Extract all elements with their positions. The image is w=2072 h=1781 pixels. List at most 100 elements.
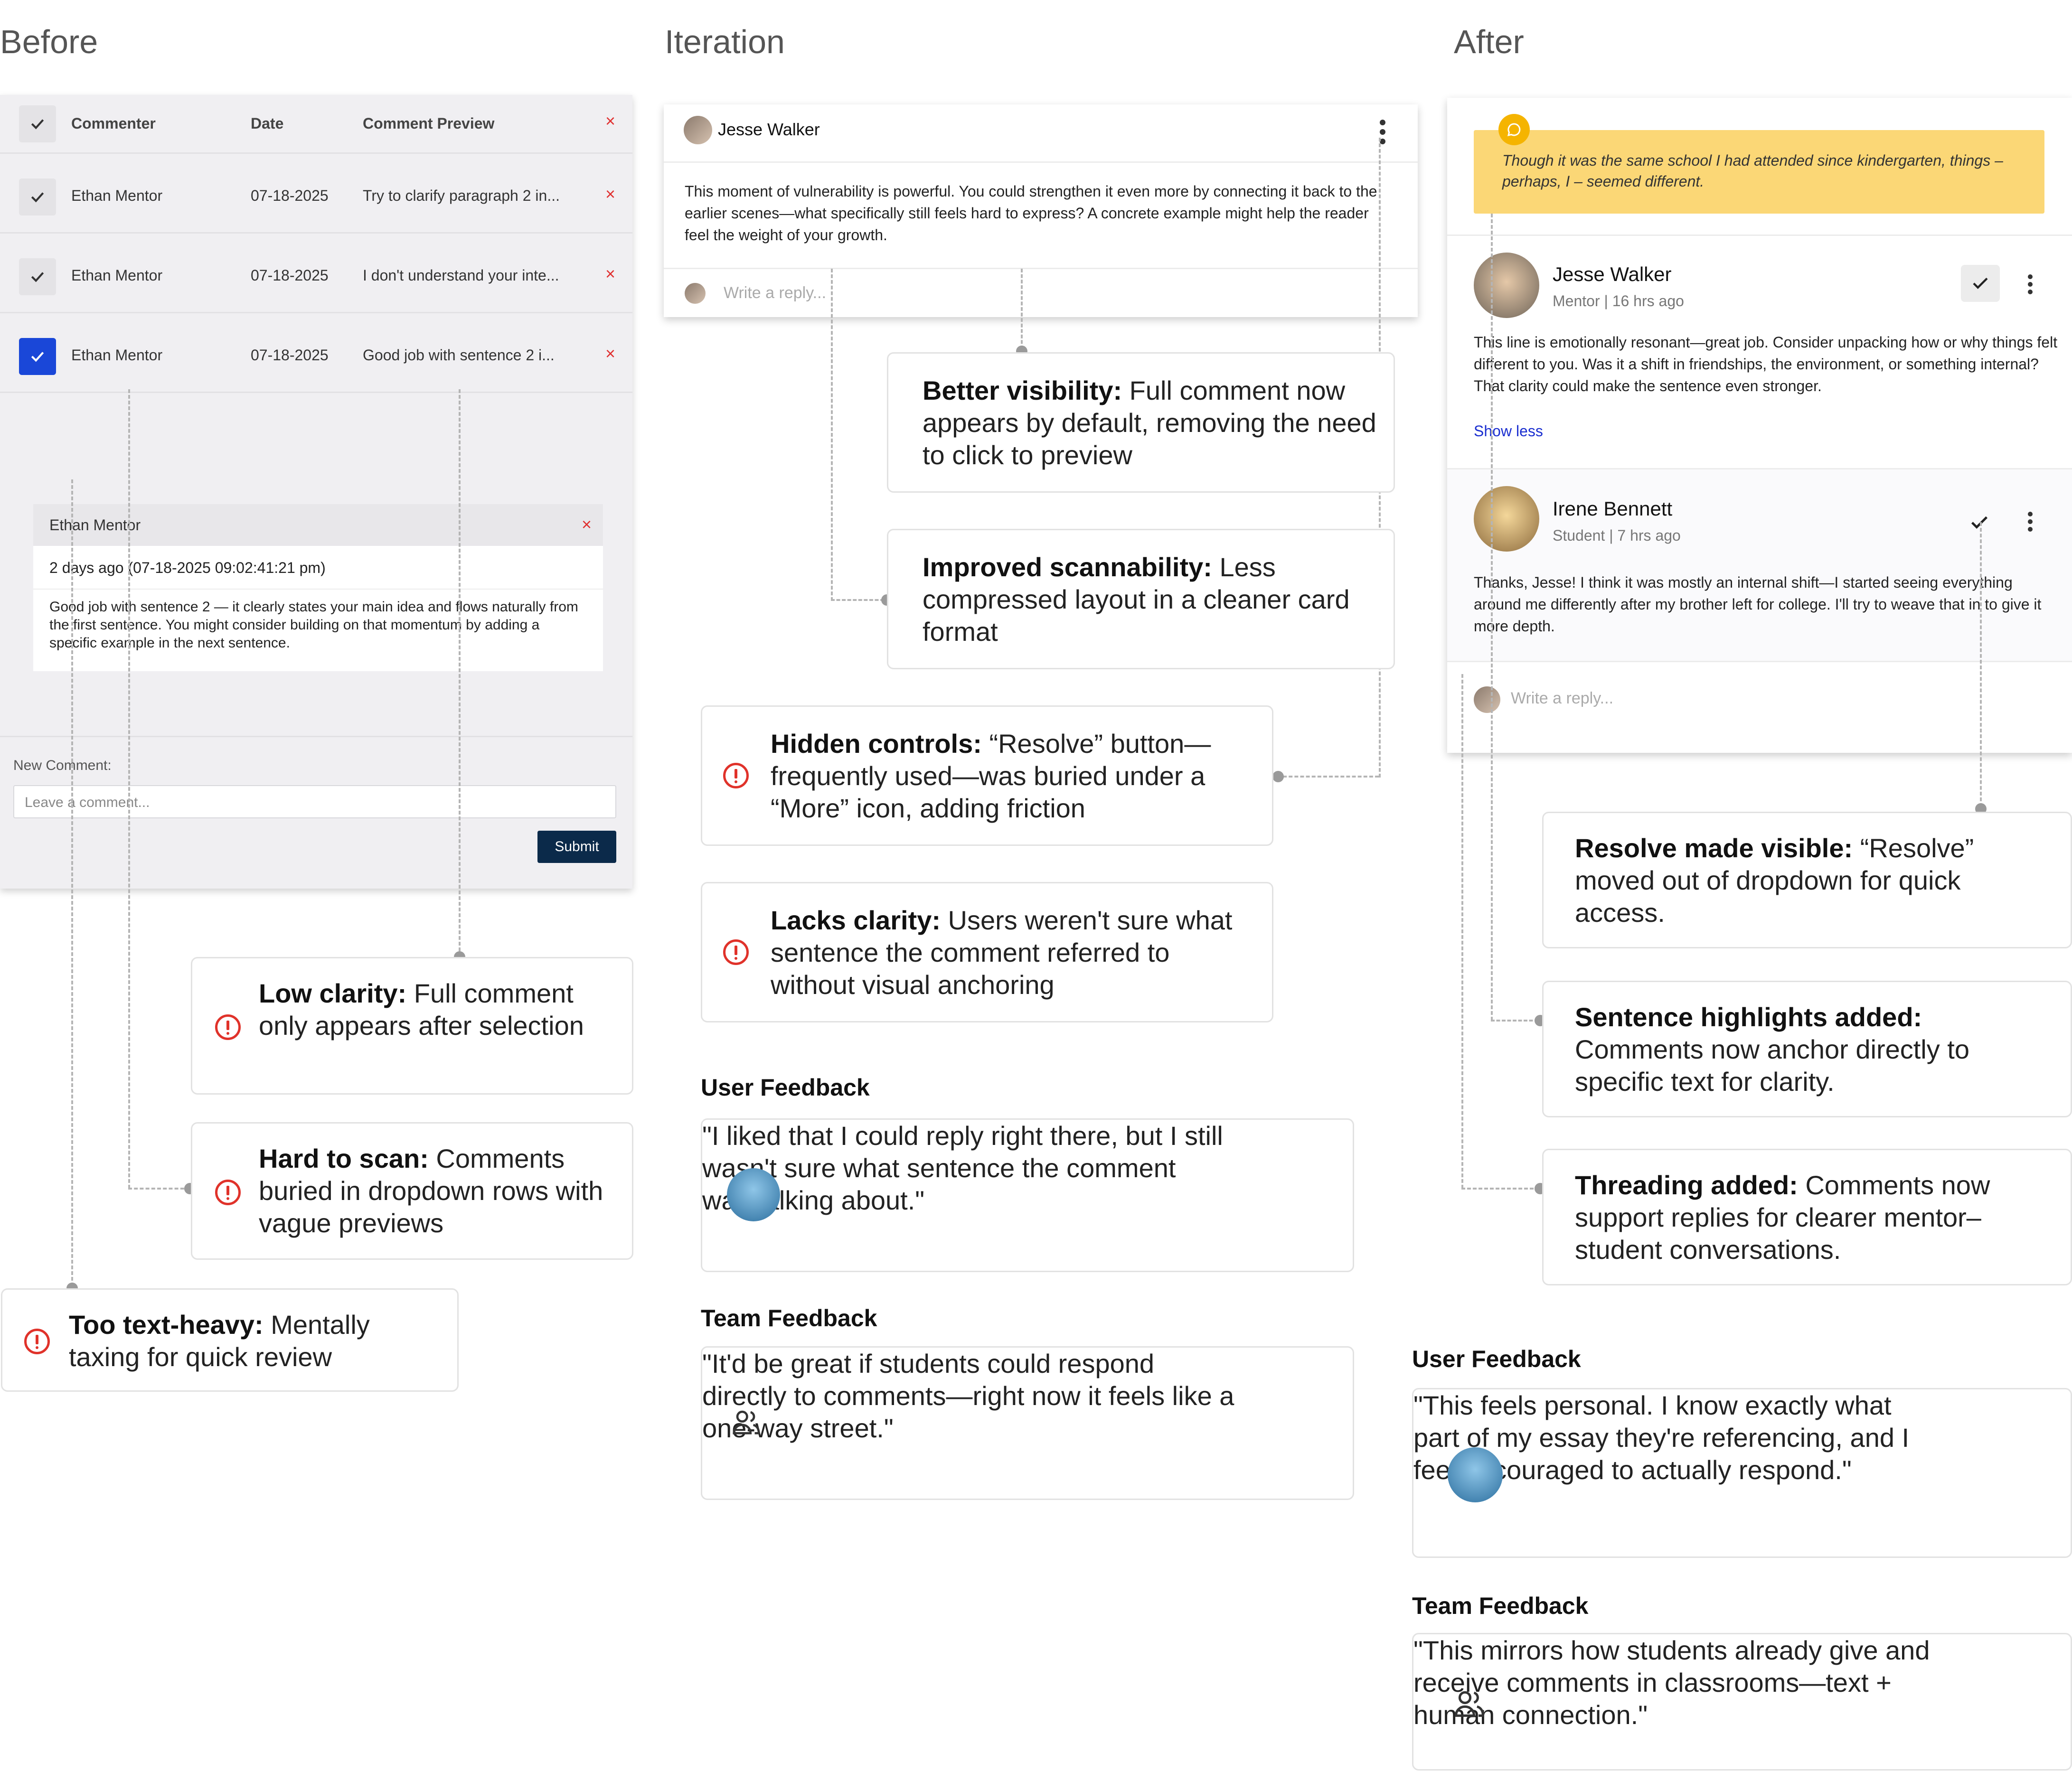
comment-meta: Mentor | 16 hrs ago [1553,292,1684,309]
team-feedback-title: Team Feedback [701,1305,877,1331]
callout-text: Comments now anchor directly to specific… [1575,1034,1970,1097]
header-date: Date [251,115,284,132]
callout-title: Hidden controls: [771,729,982,759]
user-feedback-card: "I liked that I could reply right there,… [701,1118,1354,1272]
close-icon[interactable]: × [605,111,615,131]
callout-title: Better visibility: [923,375,1122,405]
table-row[interactable]: Ethan Mentor 07-18-2025 Good job with se… [0,313,632,393]
reply-meta: Student | 7 hrs ago [1553,527,1681,544]
warning-icon [723,763,749,788]
callout-too-text-heavy: Too text-heavy: Mentally taxing for quic… [1,1288,459,1392]
user-feedback-title: User Feedback [1412,1346,1581,1372]
comment-bubble-icon[interactable] [1498,114,1530,145]
user-avatar [1448,1447,1503,1502]
callout-title: Improved scannability: [923,552,1212,582]
avatar-irene [1474,486,1539,552]
team-icon [1454,1691,1485,1717]
close-icon[interactable]: × [605,344,615,364]
close-icon[interactable]: × [605,264,615,284]
submit-button[interactable]: Submit [537,831,616,863]
column-title-before: Before [0,23,98,60]
more-options-icon[interactable] [1373,120,1392,146]
row-commenter: Ethan Mentor [71,267,163,284]
row-date: 07-18-2025 [251,187,329,204]
warning-icon [215,1014,241,1040]
reply-input[interactable]: Write a reply... [1511,689,1613,708]
avatar [684,116,712,144]
row-date: 07-18-2025 [251,347,329,364]
close-icon[interactable]: × [582,515,592,534]
new-comment-label: New Comment: [13,758,112,773]
warning-icon [24,1329,50,1354]
comment-body: This moment of vulnerability is powerful… [685,183,1377,244]
warning-icon [215,1180,241,1205]
user-feedback-quote: "I liked that I could reply right there,… [702,1121,1223,1215]
callout-low-clarity: Low clarity: Full comment only appears a… [191,957,633,1095]
table-row[interactable]: Ethan Mentor 07-18-2025 Try to clarify p… [0,154,632,234]
callout-title: Sentence highlights added: [1575,1002,1922,1032]
table-header-row: Commenter Date Comment Preview × [0,95,632,154]
user-avatar [727,1168,780,1221]
row-preview: Good job with sentence 2 i... [363,347,555,364]
user-feedback-card: "This feels personal. I know exactly wha… [1412,1388,2072,1558]
after-comment-thread: Though it was the same school I had atte… [1447,98,2072,753]
team-feedback-card: "This mirrors how students already give … [1412,1633,2072,1771]
team-feedback-title: Team Feedback [1412,1593,1589,1619]
detail-author: Ethan Mentor [33,504,603,546]
sentence-highlight[interactable]: Though it was the same school I had atte… [1474,130,2044,214]
row-preview: Try to clarify paragraph 2 in... [363,187,560,204]
callout-improved-scannability: Improved scannability: Less compressed l… [887,529,1395,669]
callout-title: Threading added: [1575,1170,1798,1200]
resolve-button[interactable] [1961,265,2000,302]
reply-body: Thanks, Jesse! I think it was mostly an … [1474,574,2042,635]
column-title-iteration: Iteration [665,23,785,60]
comment-input[interactable]: Leave a comment... [13,785,616,818]
close-icon[interactable]: × [605,184,615,204]
team-feedback-quote: "It'd be great if students could respond… [702,1349,1234,1443]
callout-hard-to-scan: Hard to scan: Comments buried in dropdow… [191,1122,633,1260]
avatar [685,283,706,304]
iteration-comment-card: Jesse Walker This moment of vulnerabilit… [664,104,1418,317]
comment-author: Jesse Walker [1553,263,1672,285]
avatar-jesse [1474,253,1539,318]
comment-body: This line is emotionally resonant—great … [1474,334,2058,394]
row-preview: I don't understand your inte... [363,267,559,284]
callout-title: Low clarity: [259,978,407,1008]
warning-icon [723,939,749,965]
header-commenter: Commenter [71,115,156,132]
reply-author: Irene Bennett [1553,497,1673,520]
team-feedback-quote: "This mirrors how students already give … [1413,1635,1930,1730]
callout-hidden-controls: Hidden controls: “Resolve” button—freque… [701,705,1273,846]
more-options-icon[interactable] [2024,512,2038,533]
callout-title: Hard to scan: [259,1144,429,1173]
callout-threading: Threading added: Comments now support re… [1542,1149,2072,1285]
show-less-link[interactable]: Show less [1474,422,1543,440]
table-row[interactable]: Ethan Mentor 07-18-2025 I don't understa… [0,234,632,313]
team-icon [733,1410,760,1434]
callout-title: Too text-heavy: [69,1310,264,1340]
avatar [1474,686,1500,713]
row-commenter: Ethan Mentor [71,347,163,364]
row-checkbox-checked[interactable] [19,338,56,375]
row-date: 07-18-2025 [251,267,329,284]
callout-better-visibility: Better visibility: Full comment now appe… [887,352,1395,493]
callout-title: Resolve made visible: [1575,833,1853,863]
callout-lacks-clarity: Lacks clarity: Users weren't sure what s… [701,882,1273,1022]
row-checkbox[interactable] [19,178,56,216]
reply-input[interactable]: Write a reply... [724,284,826,302]
comment-detail: Ethan Mentor × 2 days ago (07-18-2025 09… [33,504,603,671]
team-feedback-card: "It'd be great if students could respond… [701,1346,1354,1500]
check-icon [1973,277,1988,289]
callout-resolve-visible: Resolve made visible: “Resolve” moved ou… [1542,812,2072,948]
check-icon[interactable] [1968,512,1990,534]
row-checkbox[interactable] [19,258,56,295]
more-options-icon[interactable] [2024,274,2038,295]
comment-author: Jesse Walker [718,120,820,139]
before-comment-panel: Commenter Date Comment Preview × Ethan M… [0,95,632,889]
row-commenter: Ethan Mentor [71,187,163,204]
callout-title: Lacks clarity: [771,905,941,935]
user-feedback-title: User Feedback [701,1074,870,1101]
detail-timestamp: 2 days ago (07-18-2025 09:02:41:21 pm) [49,559,326,576]
header-preview: Comment Preview [363,115,495,132]
select-all-checkbox[interactable] [19,105,56,142]
